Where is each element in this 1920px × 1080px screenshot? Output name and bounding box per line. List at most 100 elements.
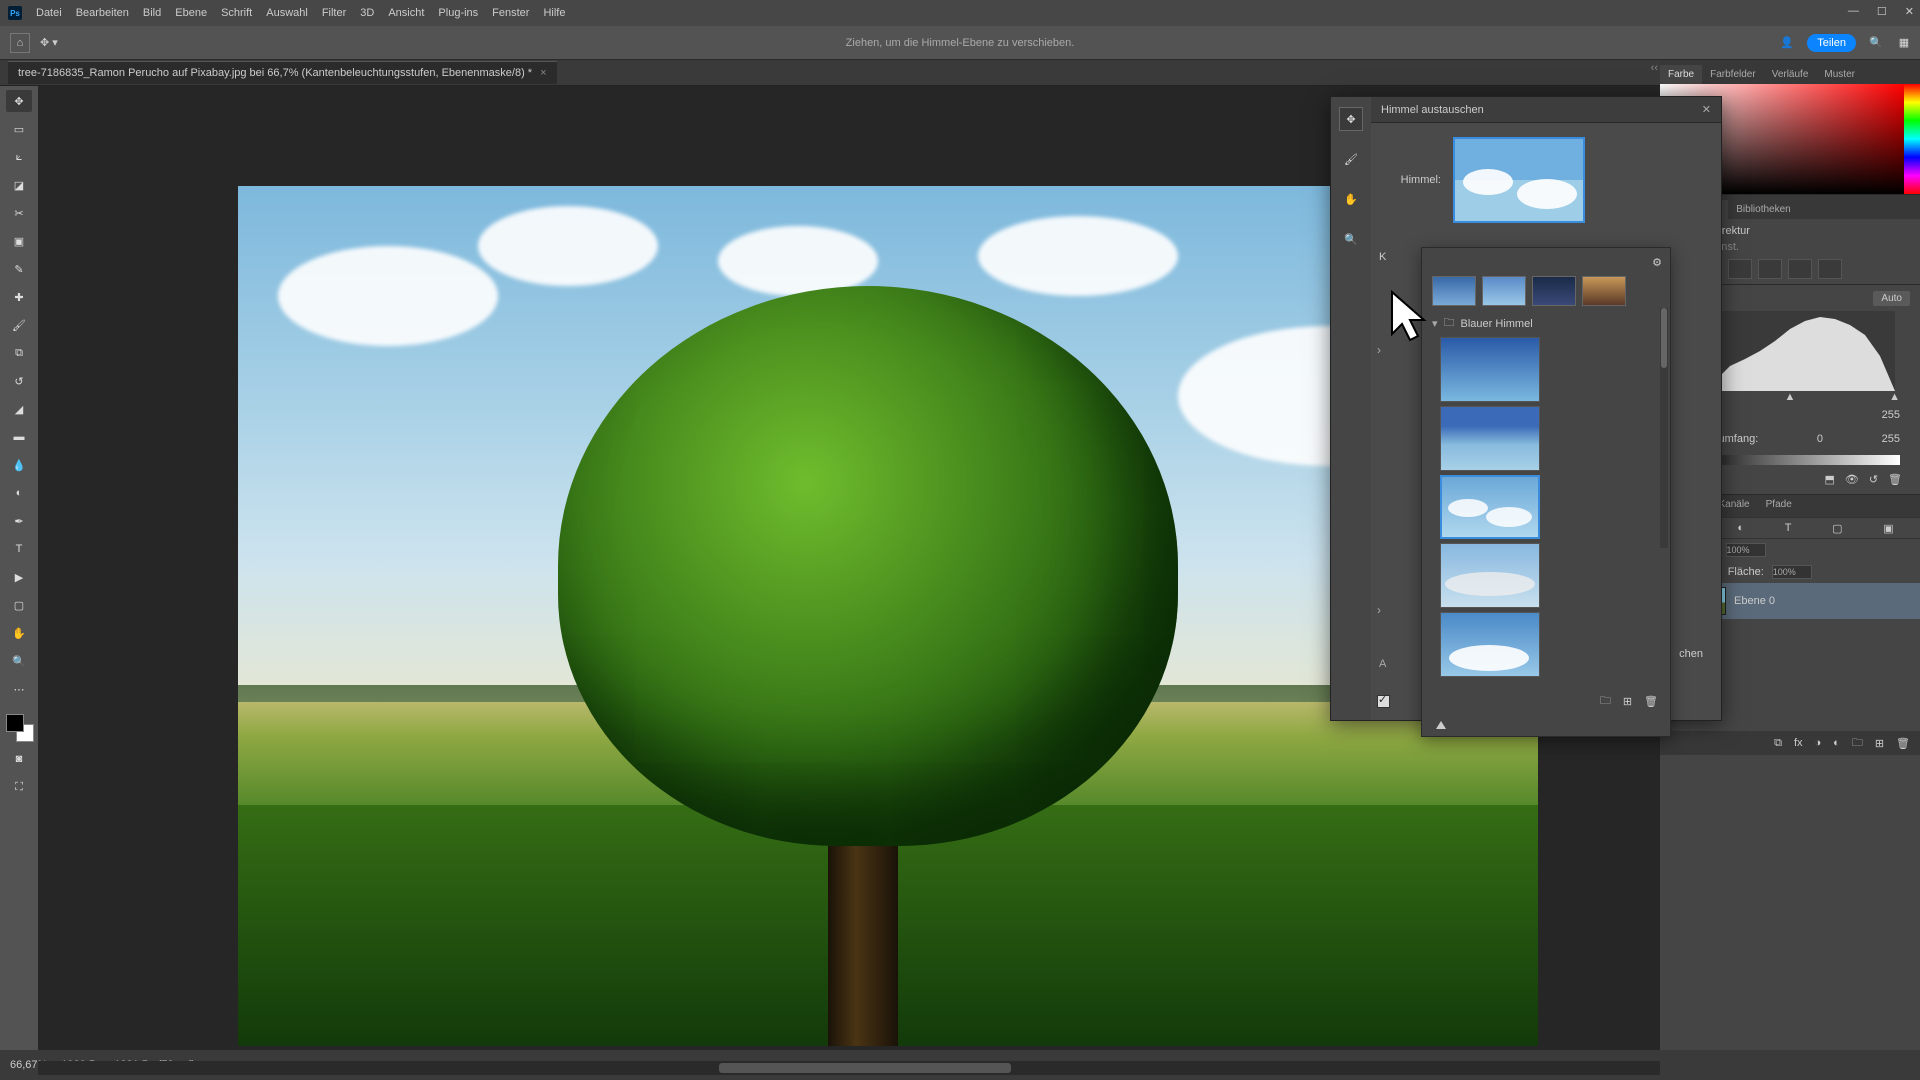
menu-ebene[interactable]: Ebene — [175, 7, 207, 19]
sky-preset-4[interactable] — [1440, 543, 1540, 608]
stamp-tool[interactable]: ⧉ — [6, 342, 32, 364]
link-icon[interactable]: ⧉ — [1774, 737, 1782, 750]
type-tool[interactable]: T — [6, 538, 32, 560]
recent-sky-2[interactable] — [1482, 276, 1526, 306]
minimize-icon[interactable]: — — [1848, 5, 1859, 18]
opacity-input[interactable] — [1726, 543, 1766, 557]
sky-preset-2[interactable] — [1440, 406, 1540, 471]
gradient-tool[interactable]: ▬ — [6, 426, 32, 448]
adjustment-layer-icon[interactable]: ◐ — [1833, 737, 1840, 749]
adj-icon-5[interactable] — [1788, 259, 1812, 279]
menu-bild[interactable]: Bild — [143, 7, 161, 19]
dialog-zoom-tool[interactable]: 🔍 — [1339, 227, 1363, 251]
section-chevron-1[interactable]: › — [1377, 343, 1381, 357]
fill-input[interactable] — [1772, 565, 1812, 579]
preset-settings-icon[interactable]: ⚙ — [1652, 256, 1662, 269]
layer-name[interactable]: Ebene 0 — [1734, 595, 1775, 607]
menu-3d[interactable]: 3D — [360, 7, 374, 19]
output-lo[interactable]: 0 — [1817, 433, 1823, 445]
quickmask-toggle[interactable]: ◙ — [6, 748, 32, 770]
sky-preset-5[interactable] — [1440, 612, 1540, 677]
maximize-icon[interactable]: ☐ — [1877, 5, 1887, 18]
levels-white-value[interactable]: 255 — [1882, 409, 1900, 421]
lasso-tool[interactable]: ⟀ — [6, 146, 32, 168]
menu-filter[interactable]: Filter — [322, 7, 346, 19]
sky-preset-3-selected[interactable] — [1440, 475, 1540, 540]
recent-sky-3[interactable] — [1532, 276, 1576, 306]
filter-adjust-icon[interactable]: ◐ — [1737, 522, 1744, 534]
marquee-tool[interactable]: ▭ — [6, 118, 32, 140]
foreground-color-swatch[interactable] — [6, 714, 24, 732]
adj-icon-3[interactable] — [1728, 259, 1752, 279]
view-icon[interactable]: 👁 — [1845, 473, 1859, 486]
sky-preset-1[interactable] — [1440, 337, 1540, 402]
filter-type-icon[interactable]: T — [1785, 522, 1792, 534]
menu-fenster[interactable]: Fenster — [492, 7, 529, 19]
crop-tool[interactable]: ✂ — [6, 202, 32, 224]
menu-auswahl[interactable]: Auswahl — [266, 7, 308, 19]
fx-icon[interactable]: fx — [1794, 737, 1803, 749]
tab-muster[interactable]: Muster — [1816, 65, 1863, 84]
dialog-titlebar[interactable]: Himmel austauschen ✕ — [1371, 97, 1721, 123]
user-icon[interactable]: 👤 — [1779, 35, 1795, 51]
dialog-brush-tool[interactable]: 🖌 — [1339, 147, 1363, 171]
tab-verlaeufe[interactable]: Verläufe — [1764, 65, 1817, 84]
move-tool-icon[interactable]: ✥ ▾ — [40, 36, 58, 49]
horizontal-scrollbar[interactable] — [38, 1061, 1660, 1075]
frame-tool[interactable]: ▣ — [6, 230, 32, 252]
reset-icon[interactable]: ↺ — [1869, 473, 1878, 486]
trash-icon[interactable]: 🗑 — [1896, 737, 1910, 750]
tab-bibliotheken[interactable]: Bibliotheken — [1728, 200, 1798, 219]
tab-farbfelder[interactable]: Farbfelder — [1702, 65, 1764, 84]
hue-strip[interactable] — [1904, 84, 1920, 194]
tab-pfade[interactable]: Pfade — [1758, 495, 1800, 517]
new-layer-icon[interactable]: ⊞ — [1875, 737, 1884, 750]
preview-checkbox[interactable] — [1377, 695, 1390, 708]
screenmode-toggle[interactable]: ⛶ — [6, 776, 32, 798]
menu-datei[interactable]: Datei — [36, 7, 62, 19]
section-chevron-2[interactable]: › — [1377, 603, 1381, 617]
sky-preview-thumbnail[interactable] — [1453, 137, 1585, 223]
search-icon[interactable]: 🔍 — [1868, 35, 1884, 51]
menu-hilfe[interactable]: Hilfe — [543, 7, 565, 19]
menu-plugins[interactable]: Plug-ins — [438, 7, 478, 19]
preset-scrollbar[interactable] — [1660, 308, 1668, 548]
eyedropper-tool[interactable]: ✎ — [6, 258, 32, 280]
dialog-close-icon[interactable]: ✕ — [1702, 103, 1711, 116]
mask-icon[interactable]: ◑ — [1815, 737, 1822, 749]
object-select-tool[interactable]: ◪ — [6, 174, 32, 196]
folder-expand-icon[interactable]: ▾ — [1432, 317, 1438, 330]
delete-preset-icon[interactable]: 🗑 — [1644, 695, 1658, 708]
history-brush-tool[interactable]: ↺ — [6, 370, 32, 392]
heal-tool[interactable]: ✚ — [6, 286, 32, 308]
preset-scrollbar-thumb[interactable] — [1661, 308, 1667, 368]
dialog-move-tool[interactable]: ✥ — [1339, 107, 1363, 131]
levels-auto-button[interactable]: Auto — [1873, 291, 1910, 306]
blur-tool[interactable]: 💧 — [6, 454, 32, 476]
new-preset-icon[interactable]: ⊞ — [1623, 695, 1632, 708]
eraser-tool[interactable]: ◢ — [6, 398, 32, 420]
path-select-tool[interactable]: ▶ — [6, 566, 32, 588]
document-tab[interactable]: tree-7186835_Ramon Perucho auf Pixabay.j… — [8, 61, 557, 84]
dodge-tool[interactable]: ◐ — [6, 482, 32, 504]
recent-sky-1[interactable] — [1432, 276, 1476, 306]
recent-sky-4[interactable] — [1582, 276, 1626, 306]
hand-tool[interactable]: ✋ — [6, 622, 32, 644]
home-button[interactable]: ⌂ — [10, 33, 30, 53]
shape-tool[interactable]: ▢ — [6, 594, 32, 616]
panel-collapse-icon[interactable]: ‹‹ — [1651, 62, 1658, 74]
clip-icon[interactable]: ⬒ — [1824, 473, 1834, 486]
delete-icon[interactable]: 🗑 — [1888, 473, 1902, 486]
tab-close-icon[interactable]: × — [540, 67, 546, 79]
pen-tool[interactable]: ✒ — [6, 510, 32, 532]
color-swatches[interactable] — [4, 712, 34, 742]
menu-bearbeiten[interactable]: Bearbeiten — [76, 7, 129, 19]
button-peek[interactable]: chen — [1679, 648, 1703, 660]
workspace-icon[interactable]: ▦ — [1896, 35, 1912, 51]
filter-shape-icon[interactable]: ▢ — [1832, 522, 1842, 535]
dialog-hand-tool[interactable]: ✋ — [1339, 187, 1363, 211]
output-hi[interactable]: 255 — [1882, 433, 1900, 445]
group-icon[interactable]: 🗀 — [1852, 734, 1863, 753]
adj-icon-4[interactable] — [1758, 259, 1782, 279]
menu-schrift[interactable]: Schrift — [221, 7, 252, 19]
